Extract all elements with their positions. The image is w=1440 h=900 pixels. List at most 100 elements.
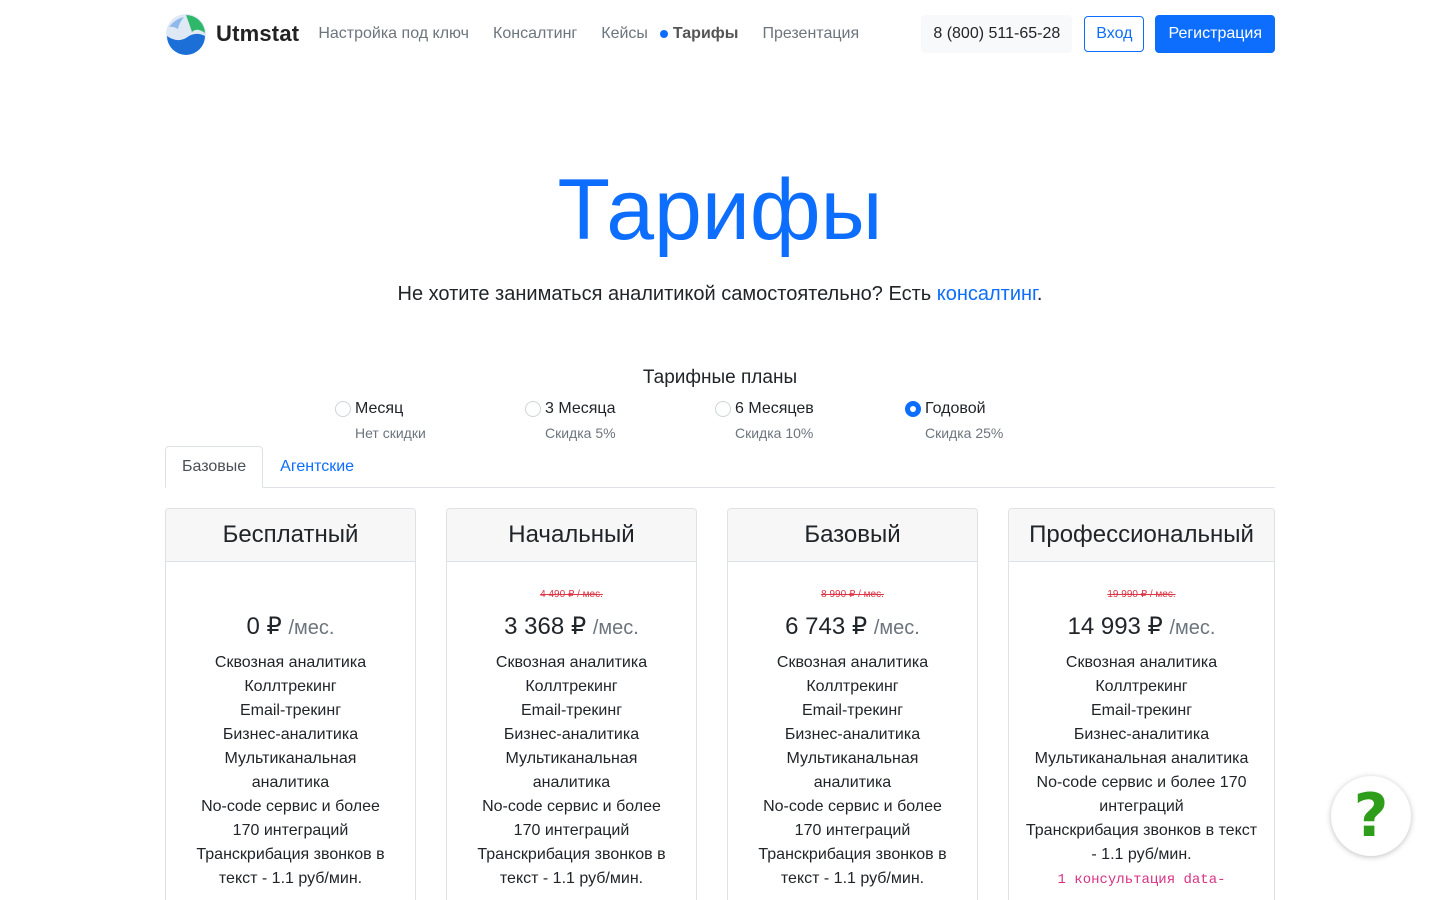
period-row: 6 Месяцев [715, 399, 905, 419]
feature-list: Сквозная аналитика Коллтрекинг Email-тре… [728, 651, 977, 891]
plan-name: Базовый [728, 509, 977, 562]
plan-price: 0 ₽ /мес. [166, 610, 415, 644]
radio-month[interactable] [335, 401, 351, 417]
feature-item: Бизнес-аналитика [222, 726, 359, 743]
tab-agency[interactable]: Агентские [263, 446, 371, 488]
old-price: 8 990 ₽ / мес. [821, 589, 884, 600]
nav-link-presentation[interactable]: Презентация [762, 25, 859, 43]
nav-links: Настройка под ключ Консалтинг Кейсы Тари… [318, 25, 883, 43]
period-discount-note: Нет скидки [355, 425, 426, 441]
plan-price: 3 368 ₽ /мес. [447, 610, 696, 644]
period-discount-note: Скидка 25% [925, 425, 1004, 441]
brand-name: Utmstat [216, 21, 300, 46]
period-option-6-months[interactable]: 6 Месяцев Скидка 10% [715, 399, 905, 441]
feature-item: Email-трекинг [1090, 702, 1193, 719]
price-unit: /мес. [592, 617, 639, 639]
nav-link-pricing-label: Тарифы [672, 25, 739, 42]
plan-price: 6 743 ₽ /мес. [728, 610, 977, 644]
active-dot-icon [659, 30, 668, 38]
plan-card-free: Бесплатный 0 ₽ /мес. Сквозная аналитика … [165, 508, 416, 900]
radio-3-months[interactable] [525, 401, 541, 417]
price-unit: /мес. [873, 617, 920, 639]
period-option-3-months[interactable]: 3 Месяца Скидка 5% [525, 399, 715, 441]
consultation-note: 1 консультация data- [1057, 872, 1226, 888]
billing-period-selector: Месяц Нет скидки 3 Месяца Скидка 5% 6 Ме… [335, 399, 1095, 449]
phone-number[interactable]: 8 (800) 511-65-28 [921, 15, 1073, 53]
utmstat-logo-icon [166, 14, 206, 55]
feature-item: Email-трекинг [520, 702, 623, 719]
period-option-year[interactable]: Годовой Скидка 25% [905, 399, 1095, 441]
top-navbar: Utmstat Настройка под ключ Консалтинг Ке… [165, 12, 1275, 56]
feature-item: Бизнес-аналитика [784, 726, 921, 743]
help-button[interactable]: ? [1331, 776, 1411, 856]
hero-subtitle-end: . [1036, 283, 1043, 305]
feature-item: No-code сервис и более 170 интеграций [482, 798, 661, 839]
hero-subtitle-text: Не хотите заниматься аналитикой самостоя… [397, 283, 937, 305]
feature-list: Сквозная аналитика Коллтрекинг Email-тре… [447, 651, 696, 891]
price-unit: /мес. [1169, 617, 1216, 639]
period-row: Годовой [905, 399, 1095, 419]
price-unit: /мес. [288, 617, 335, 639]
plan-body: 19 990 ₽ / мес. 14 993 ₽ /мес. Сквозная … [1009, 562, 1274, 893]
plan-body: 4 490 ₽ / мес. 3 368 ₽ /мес. Сквозная ан… [447, 562, 696, 891]
period-label: Месяц [355, 400, 404, 417]
period-label: 3 Месяца [545, 400, 616, 417]
feature-item: Транскрибация звонков в текст - 1.1 руб/… [1025, 822, 1258, 863]
feature-item: Бизнес-аналитика [1073, 726, 1210, 743]
nav-link-setup[interactable]: Настройка под ключ [318, 25, 469, 43]
radio-year[interactable] [905, 401, 921, 417]
plan-name: Бесплатный [166, 509, 415, 562]
feature-item: No-code сервис и более 170 интеграций [763, 798, 942, 839]
login-button[interactable]: Вход [1084, 16, 1145, 52]
nav-link-pricing[interactable]: Тарифы [659, 25, 739, 43]
tab-basic[interactable]: Базовые [165, 446, 264, 488]
page-title: Тарифы [557, 162, 883, 258]
feature-list: Сквозная аналитика Коллтрекинг Email-тре… [1009, 651, 1274, 893]
feature-item: Email-трекинг [801, 702, 904, 719]
period-option-month[interactable]: Месяц Нет скидки [335, 399, 525, 441]
consulting-link[interactable]: консалтинг [937, 283, 1037, 305]
period-row: Месяц [335, 399, 525, 419]
price-value: 14 993 ₽ [1067, 613, 1163, 640]
plan-card-starter: Начальный 4 490 ₽ / мес. 3 368 ₽ /мес. С… [446, 508, 697, 900]
feature-item: Сквозная аналитика [776, 654, 929, 671]
feature-item: Транскрибация звонков в текст - 1.1 руб/… [758, 846, 947, 887]
price-value: 0 ₽ [246, 613, 282, 640]
nav-link-consulting[interactable]: Консалтинг [493, 25, 577, 43]
plans-heading: Тарифные планы [642, 367, 798, 388]
brand-link[interactable]: Utmstat [165, 13, 299, 55]
feature-item: Мультиканальная аналитика [786, 750, 919, 791]
nav-actions: 8 (800) 511-65-28 Вход Регистрация [921, 15, 1275, 53]
feature-item: Транскрибация звонков в текст - 1.1 руб/… [477, 846, 666, 887]
plan-name: Профессиональный [1009, 509, 1274, 562]
radio-6-months[interactable] [715, 401, 731, 417]
feature-item: Транскрибация звонков в текст - 1.1 руб/… [196, 846, 385, 887]
feature-list: Сквозная аналитика Коллтрекинг Email-тре… [166, 651, 415, 891]
feature-item: Коллтрекинг [244, 678, 337, 695]
feature-item: Мультиканальная аналитика [505, 750, 638, 791]
feature-item: Мультиканальная аналитика [224, 750, 357, 791]
question-icon: ? [1353, 781, 1389, 851]
feature-item: Сквозная аналитика [495, 654, 648, 671]
plan-body: 0 ₽ /мес. Сквозная аналитика Коллтрекинг… [166, 562, 415, 891]
price-value: 6 743 ₽ [785, 613, 868, 640]
feature-item: Коллтрекинг [1095, 678, 1188, 695]
feature-item: Мультиканальная аналитика [1034, 750, 1249, 767]
hero-subtitle: Не хотите заниматься аналитикой самостоя… [0, 283, 1440, 306]
period-discount-note: Скидка 5% [545, 425, 616, 441]
nav-link-cases[interactable]: Кейсы [601, 25, 648, 43]
plan-card-professional: Профессиональный 19 990 ₽ / мес. 14 993 … [1008, 508, 1275, 900]
feature-item: No-code сервис и более 170 интеграций [1036, 774, 1247, 815]
feature-item: Коллтрекинг [806, 678, 899, 695]
plan-name: Начальный [447, 509, 696, 562]
old-price: 4 490 ₽ / мес. [540, 589, 603, 600]
feature-item: Сквозная аналитика [214, 654, 367, 671]
feature-item: Email-трекинг [239, 702, 342, 719]
feature-item: Коллтрекинг [525, 678, 618, 695]
signup-button[interactable]: Регистрация [1155, 15, 1275, 53]
feature-item: No-code сервис и более 170 интеграций [201, 798, 380, 839]
feature-item: Сквозная аналитика [1065, 654, 1218, 671]
old-price: 19 990 ₽ / мес. [1107, 589, 1176, 600]
plan-body: 8 990 ₽ / мес. 6 743 ₽ /мес. Сквозная ан… [728, 562, 977, 891]
old-price [166, 588, 415, 602]
